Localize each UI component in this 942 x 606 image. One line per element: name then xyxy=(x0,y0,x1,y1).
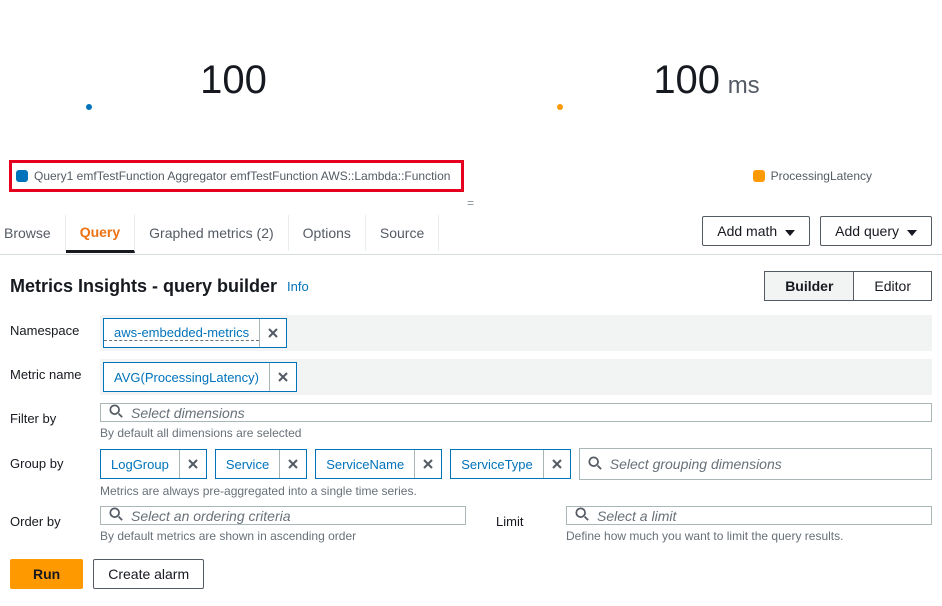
close-icon xyxy=(268,328,278,338)
label-order-by: Order by xyxy=(10,506,100,529)
legend-row: Query1 emfTestFunction Aggregator emfTes… xyxy=(0,160,942,192)
legend-left-highlight: Query1 emfTestFunction Aggregator emfTes… xyxy=(9,160,464,192)
tab-options[interactable]: Options xyxy=(289,215,366,251)
label-filter-by: Filter by xyxy=(10,403,100,426)
row-namespace: Namespace aws-embedded-metrics xyxy=(0,311,942,355)
chip-namespace-label: aws-embedded-metrics xyxy=(104,325,259,341)
tabs-bar: Browse Query Graphed metrics (2) Options… xyxy=(0,212,942,255)
label-limit: Limit xyxy=(496,506,536,543)
add-query-button[interactable]: Add query xyxy=(820,216,932,246)
chip-remove[interactable] xyxy=(179,450,206,478)
close-icon xyxy=(278,372,288,382)
metrics-panel: 100 100 ms xyxy=(0,0,942,160)
legend-left-text[interactable]: Query1 emfTestFunction Aggregator emfTes… xyxy=(34,169,450,183)
row-group-by: Group by LogGroup Service ServiceName Se… xyxy=(0,444,942,502)
chip-group-loggroup[interactable]: LogGroup xyxy=(100,449,207,479)
order-hint: By default metrics are shown in ascendin… xyxy=(100,529,466,543)
legend-right-text[interactable]: ProcessingLatency xyxy=(771,169,872,183)
search-icon xyxy=(109,404,123,421)
order-input[interactable] xyxy=(131,508,457,524)
caret-down-icon xyxy=(785,223,795,239)
add-math-button[interactable]: Add math xyxy=(702,216,810,246)
chip-metric-name[interactable]: AVG(ProcessingLatency) xyxy=(103,362,297,392)
tab-source[interactable]: Source xyxy=(366,215,439,251)
limit-input-box[interactable] xyxy=(566,506,932,525)
builder-title: Metrics Insights - query builder xyxy=(10,276,277,297)
chip-namespace[interactable]: aws-embedded-metrics xyxy=(103,318,287,348)
order-input-box[interactable] xyxy=(100,506,466,525)
label-group-by: Group by xyxy=(10,448,100,471)
close-icon xyxy=(552,459,562,469)
search-icon xyxy=(588,456,602,473)
seg-builder[interactable]: Builder xyxy=(764,271,853,301)
add-math-label: Add math xyxy=(717,223,777,239)
builder-header: Metrics Insights - query builder Info Bu… xyxy=(0,255,942,311)
add-query-label: Add query xyxy=(835,223,899,239)
chip-group-servicename[interactable]: ServiceName xyxy=(315,449,442,479)
close-icon xyxy=(288,459,298,469)
tab-graphed-metrics[interactable]: Graphed metrics (2) xyxy=(135,215,288,251)
search-icon xyxy=(109,507,123,524)
tab-query[interactable]: Query xyxy=(66,214,135,253)
search-icon xyxy=(575,507,589,524)
filter-hint: By default all dimensions are selected xyxy=(100,426,932,440)
chip-label: LogGroup xyxy=(101,457,179,472)
legend-right: ProcessingLatency xyxy=(753,169,872,183)
metric-value-right: 100 xyxy=(653,58,720,102)
row-filter-by: Filter by By default all dimensions are … xyxy=(0,399,942,444)
metric-right: 100 ms xyxy=(471,0,942,160)
chip-label: ServiceType xyxy=(451,457,543,472)
tab-browse[interactable]: Browse xyxy=(0,215,66,251)
chip-remove[interactable] xyxy=(543,450,570,478)
chip-metric-remove[interactable] xyxy=(269,363,296,391)
resize-handle[interactable]: = xyxy=(0,192,942,212)
footer-actions: Run Create alarm xyxy=(0,547,942,601)
chip-namespace-remove[interactable] xyxy=(259,319,286,347)
info-link[interactable]: Info xyxy=(287,279,309,294)
chip-label: ServiceName xyxy=(316,457,414,472)
group-input-box[interactable] xyxy=(579,448,932,480)
chip-remove[interactable] xyxy=(279,450,306,478)
chip-group-service[interactable]: Service xyxy=(215,449,307,479)
row-metric-name: Metric name AVG(ProcessingLatency) xyxy=(0,355,942,399)
group-input[interactable] xyxy=(610,456,923,472)
chip-group-servicetype[interactable]: ServiceType xyxy=(450,449,571,479)
create-alarm-button[interactable]: Create alarm xyxy=(93,559,204,589)
builder-editor-toggle: Builder Editor xyxy=(764,271,932,301)
chip-label: Service xyxy=(216,457,279,472)
swatch-blue xyxy=(16,170,28,182)
filter-input[interactable] xyxy=(131,405,923,421)
chip-remove[interactable] xyxy=(414,450,441,478)
series-dot-blue xyxy=(86,104,92,110)
caret-down-icon xyxy=(907,223,917,239)
limit-input[interactable] xyxy=(597,508,923,524)
group-hint: Metrics are always pre-aggregated into a… xyxy=(100,484,932,498)
metric-value-left: 100 xyxy=(200,58,267,102)
filter-input-box[interactable] xyxy=(100,403,932,422)
label-namespace: Namespace xyxy=(10,315,100,338)
close-icon xyxy=(423,459,433,469)
series-dot-orange xyxy=(557,104,563,110)
label-metric-name: Metric name xyxy=(10,359,100,382)
swatch-orange xyxy=(753,170,765,182)
seg-editor[interactable]: Editor xyxy=(853,271,932,301)
row-order-limit: Order by By default metrics are shown in… xyxy=(0,502,942,547)
metric-left: 100 xyxy=(0,0,471,160)
chip-metric-label: AVG(ProcessingLatency) xyxy=(104,370,269,385)
close-icon xyxy=(188,459,198,469)
run-button[interactable]: Run xyxy=(10,559,83,589)
limit-hint: Define how much you want to limit the qu… xyxy=(566,529,932,543)
metric-unit-right: ms xyxy=(728,72,760,99)
